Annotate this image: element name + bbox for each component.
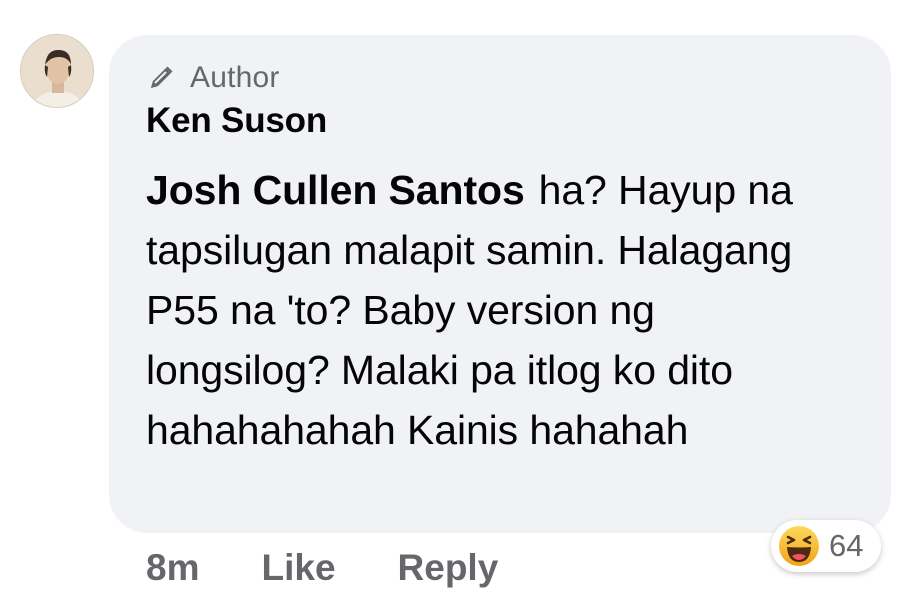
reaction-count: 64 <box>829 528 864 563</box>
comment-timestamp[interactable]: 8m <box>146 547 199 589</box>
commenter-name[interactable]: Ken Suson <box>146 101 327 141</box>
comment-thread: Author Ken Suson Josh Cullen Santos ha? H… <box>0 0 924 607</box>
reaction-summary[interactable]: 64 <box>771 520 881 572</box>
like-button[interactable]: Like <box>261 547 335 589</box>
mention-link[interactable]: Josh Cullen Santos <box>146 167 525 213</box>
comment-text: Josh Cullen Santos ha? Hayup na tapsiluga… <box>146 160 846 460</box>
avatar-image <box>21 35 93 107</box>
avatar[interactable] <box>20 34 94 108</box>
reply-button[interactable]: Reply <box>398 547 499 589</box>
pencil-icon <box>146 63 176 93</box>
haha-icon <box>777 524 821 568</box>
comment-actions: 8m Like Reply <box>146 543 498 593</box>
author-label: Author <box>190 61 280 94</box>
author-badge: Author <box>146 58 280 98</box>
